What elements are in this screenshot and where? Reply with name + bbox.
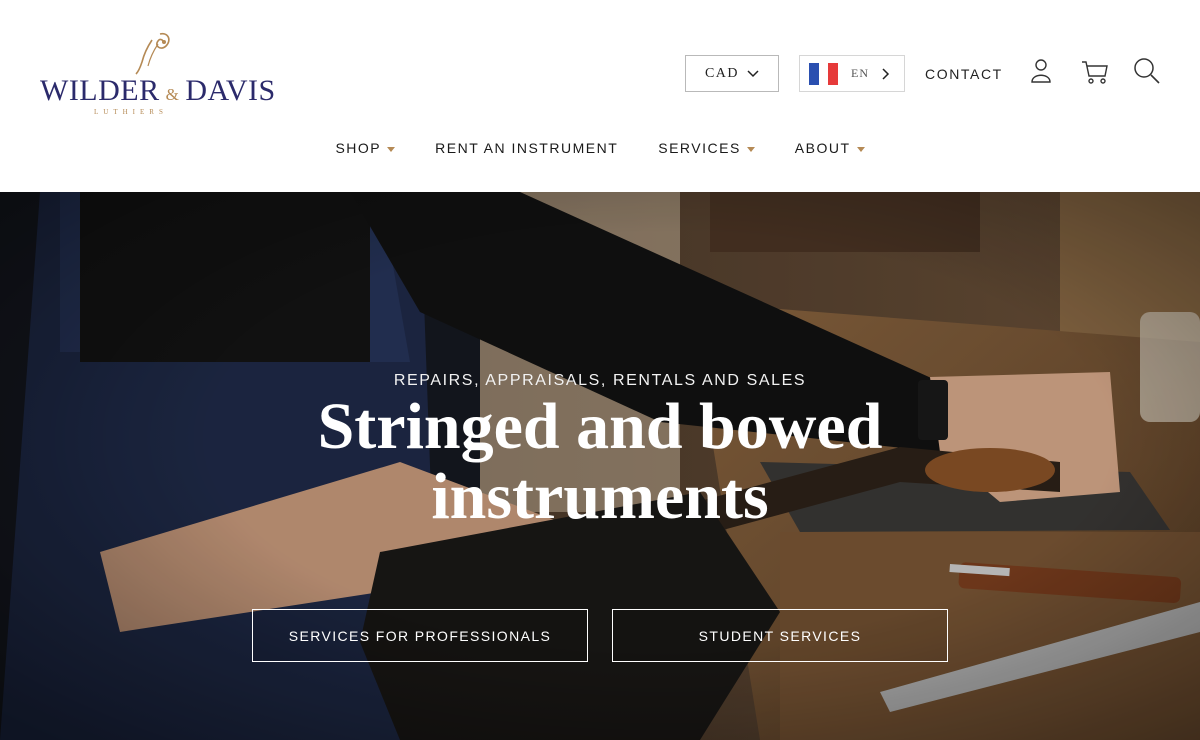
hero-title: Stringed and bowed instruments <box>317 390 883 533</box>
brand-tagline: LUTHIERS <box>94 108 168 116</box>
language-label: EN <box>851 66 869 80</box>
chevron-down-icon <box>747 69 759 77</box>
chevron-right-icon <box>882 67 890 80</box>
site-header: WILDER & DAVIS LUTHIERS CAD EN CONTACT SHO… <box>0 0 1200 192</box>
violin-scroll-icon <box>135 32 170 75</box>
brand-name-left: WILDER <box>40 74 160 107</box>
caret-down-icon <box>856 146 865 152</box>
nav-item-label: SHOP <box>335 140 382 156</box>
student-services-button[interactable]: STUDENT SERVICES <box>612 609 948 662</box>
cart-icon[interactable] <box>1080 56 1110 86</box>
search-icon[interactable] <box>1132 56 1162 86</box>
caret-down-icon <box>387 146 396 152</box>
currency-label: CAD <box>704 65 740 81</box>
brand-ampersand: & <box>165 85 180 104</box>
caret-down-icon <box>746 146 755 152</box>
nav-item-label: SERVICES <box>658 140 741 156</box>
nav-item-label: ABOUT <box>794 140 851 156</box>
language-selector[interactable]: EN <box>799 55 905 92</box>
nav-item-shop[interactable]: SHOP <box>335 140 396 156</box>
nav-item-rent[interactable]: RENT AN INSTRUMENT <box>435 140 618 156</box>
services-for-professionals-button[interactable]: SERVICES FOR PROFESSIONALS <box>252 609 588 662</box>
brand-wordmark: WILDER & DAVIS <box>40 74 276 108</box>
brand-logo[interactable]: WILDER & DAVIS LUTHIERS <box>40 30 275 120</box>
nav-item-about[interactable]: ABOUT <box>795 140 865 156</box>
main-nav: SHOP RENT AN INSTRUMENT SERVICES ABOUT <box>0 140 1200 156</box>
france-flag-icon <box>809 62 839 85</box>
contact-link[interactable]: CONTACT <box>925 55 1003 92</box>
user-icon[interactable] <box>1026 56 1056 86</box>
currency-selector[interactable]: CAD <box>685 55 779 92</box>
hero-eyebrow: REPAIRS, APPRAISALS, RENTALS AND SALES <box>393 372 807 389</box>
hero-banner: REPAIRS, APPRAISALS, RENTALS AND SALES S… <box>0 192 1200 740</box>
nav-item-services[interactable]: SERVICES <box>658 140 755 156</box>
brand-name-right: DAVIS <box>185 74 276 107</box>
nav-item-label: RENT AN INSTRUMENT <box>435 140 619 156</box>
